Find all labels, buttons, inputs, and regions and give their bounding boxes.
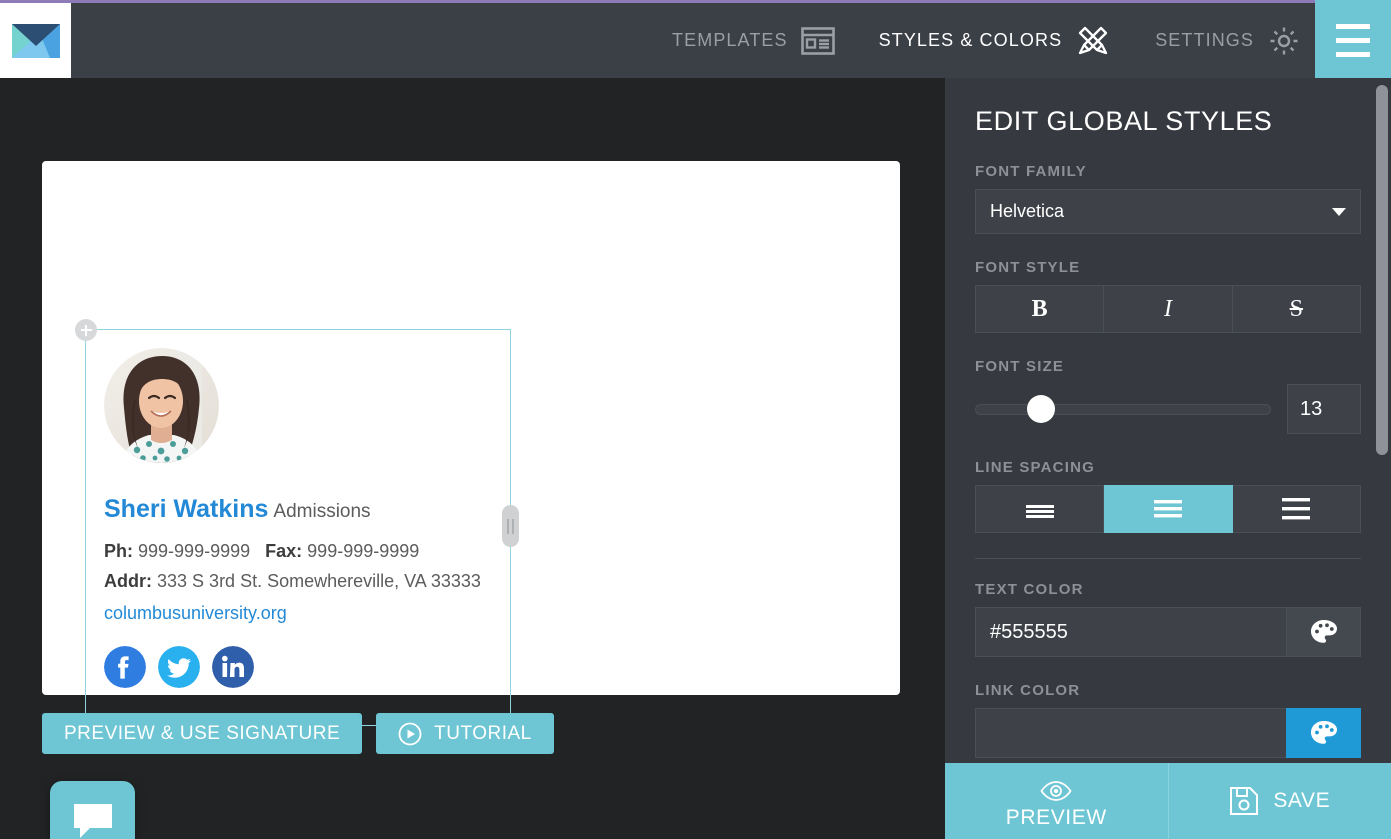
signature-phone-line: Ph: 999-999-9999 Fax: 999-999-9999	[104, 536, 492, 566]
text-color-label: TEXT COLOR	[975, 581, 1084, 598]
chevron-down-icon	[1332, 207, 1346, 216]
text-color-input[interactable]	[975, 607, 1286, 657]
font-size-input[interactable]	[1287, 384, 1361, 434]
handle-grip-line	[512, 518, 514, 534]
handle-grip-line	[507, 518, 509, 534]
play-circle-icon	[398, 722, 422, 745]
crossed-pencil-brush-icon	[1079, 26, 1108, 54]
facebook-icon[interactable]	[104, 646, 146, 688]
signature-name-row: Sheri Watkins Admissions	[104, 495, 492, 524]
signature-address-line: Addr: 333 S 3rd St. Somewhereville, VA 3…	[104, 566, 492, 596]
floppy-disk-icon	[1230, 787, 1259, 815]
panel-divider	[975, 558, 1361, 559]
tutorial-button[interactable]: TUTORIAL	[376, 713, 554, 754]
tutorial-label: TUTORIAL	[434, 722, 532, 744]
signature-social-icons	[104, 646, 492, 688]
envelope-logo-icon	[11, 23, 60, 58]
font-family-value: Helvetica	[990, 201, 1065, 221]
strikethrough-icon: S	[1289, 295, 1303, 322]
link-color-input[interactable]	[975, 708, 1286, 758]
hamburger-line	[1336, 52, 1370, 57]
slider-thumb[interactable]	[1027, 395, 1055, 423]
nav-item-styles-and-colors[interactable]: STYLES & COLORS	[879, 24, 1112, 58]
signature-job-title: Admissions	[273, 501, 371, 522]
signature-canvas: Sheri Watkins Admissions Ph: 999-999-9999…	[0, 78, 945, 839]
hamburger-line	[1336, 24, 1370, 29]
link-color-label: LINK COLOR	[975, 682, 1081, 699]
signature-card: Sheri Watkins Admissions Ph: 999-999-9999…	[42, 161, 900, 736]
font-family-select[interactable]: Helvetica	[975, 189, 1361, 234]
add-block-above-button[interactable]	[75, 319, 97, 341]
panel-scrollbar-thumb[interactable]	[1376, 85, 1388, 455]
fax-label: Fax:	[265, 541, 303, 561]
font-family-label: FONT FAMILY	[975, 163, 1087, 180]
gear-icon	[1270, 27, 1298, 54]
save-label: SAVE	[1273, 789, 1331, 812]
slider-track	[975, 404, 1271, 415]
link-color-row	[975, 708, 1361, 758]
block-resize-handle[interactable]	[502, 505, 519, 547]
nav-label-styles-and-colors: STYLES & COLORS	[878, 30, 1063, 50]
phone-value: 999-999-9999	[138, 541, 251, 561]
nav-item-settings[interactable]: SETTINGS	[1155, 24, 1301, 58]
line-spacing-loose-icon	[1282, 498, 1311, 520]
bold-icon: B	[1031, 295, 1048, 322]
font-size-row	[975, 384, 1361, 434]
fax-value: 999-999-9999	[307, 541, 420, 561]
hamburger-line	[1336, 38, 1370, 43]
top-navigation-bar: TEMPLATES STYLES & COLORS SETTINGS	[0, 0, 1391, 78]
line-spacing-label: LINE SPACING	[975, 459, 1095, 476]
font-style-strikethrough-button[interactable]: S	[1232, 285, 1361, 333]
twitter-icon[interactable]	[158, 646, 200, 688]
nav-label-settings: SETTINGS	[1155, 30, 1254, 50]
profile-photo-avatar[interactable]	[104, 348, 219, 463]
canvas-action-buttons: PREVIEW & USE SIGNATURE TUTORIAL	[42, 713, 554, 754]
signature-website-link[interactable]: columbusuniversity.org	[104, 598, 287, 628]
font-style-label: FONT STYLE	[975, 259, 1081, 276]
line-spacing-tight-icon	[1025, 505, 1054, 518]
signature-name: Sheri Watkins	[104, 495, 269, 523]
font-size-label: FONT SIZE	[975, 358, 1065, 375]
line-spacing-medium-button[interactable]	[1104, 485, 1233, 533]
app-root: TEMPLATES STYLES & COLORS SETTINGS Sheri…	[0, 0, 1391, 839]
font-style-bold-button[interactable]: B	[975, 285, 1105, 333]
template-layout-icon	[800, 26, 835, 55]
edit-global-styles-panel: EDIT GLOBAL STYLES FONT FAMILY Helvetica…	[945, 78, 1391, 839]
nav-label-templates: TEMPLATES	[672, 30, 788, 50]
font-size-slider[interactable]	[975, 395, 1271, 423]
link-color-picker-button[interactable]	[1286, 708, 1361, 758]
color-palette-icon	[1310, 620, 1337, 643]
phone-label: Ph:	[104, 541, 133, 561]
text-color-row	[975, 607, 1361, 657]
eye-icon	[1040, 781, 1072, 801]
signature-content: Sheri Watkins Admissions Ph: 999-999-9999…	[86, 330, 510, 688]
signature-editable-block[interactable]: Sheri Watkins Admissions Ph: 999-999-9999…	[75, 319, 519, 736]
address-value: 333 S 3rd St. Somewhereville, VA 33333	[157, 571, 481, 591]
nav-item-templates[interactable]: TEMPLATES	[672, 26, 835, 55]
line-spacing-medium-icon	[1153, 500, 1182, 518]
line-spacing-loose-button[interactable]	[1232, 485, 1361, 533]
chat-bubble-icon	[73, 804, 112, 838]
panel-scroll-area: EDIT GLOBAL STYLES FONT FAMILY Helvetica…	[945, 78, 1391, 839]
top-nav-items: TEMPLATES STYLES & COLORS SETTINGS	[71, 3, 1315, 78]
italic-icon: I	[1163, 295, 1172, 322]
line-spacing-tight-button[interactable]	[975, 485, 1105, 533]
save-button[interactable]: SAVE	[1168, 763, 1391, 839]
preview-and-use-signature-label: PREVIEW & USE SIGNATURE	[64, 722, 341, 744]
panel-bottom-action-bar: PREVIEW SAVE	[945, 763, 1391, 839]
font-style-group: B I S	[975, 285, 1361, 333]
chat-support-widget-button[interactable]	[50, 781, 135, 839]
preview-and-use-signature-button[interactable]: PREVIEW & USE SIGNATURE	[42, 713, 363, 754]
line-spacing-group	[975, 485, 1361, 533]
linkedin-icon[interactable]	[212, 646, 254, 688]
color-palette-icon	[1310, 721, 1337, 744]
preview-button[interactable]: PREVIEW	[945, 763, 1169, 839]
text-color-picker-button[interactable]	[1286, 607, 1361, 657]
app-logo[interactable]	[0, 3, 71, 78]
panel-title: EDIT GLOBAL STYLES	[975, 106, 1273, 136]
hamburger-menu-button[interactable]	[1315, 0, 1391, 78]
font-style-italic-button[interactable]: I	[1104, 285, 1233, 333]
address-label: Addr:	[104, 571, 152, 591]
preview-label: PREVIEW	[1005, 806, 1107, 829]
